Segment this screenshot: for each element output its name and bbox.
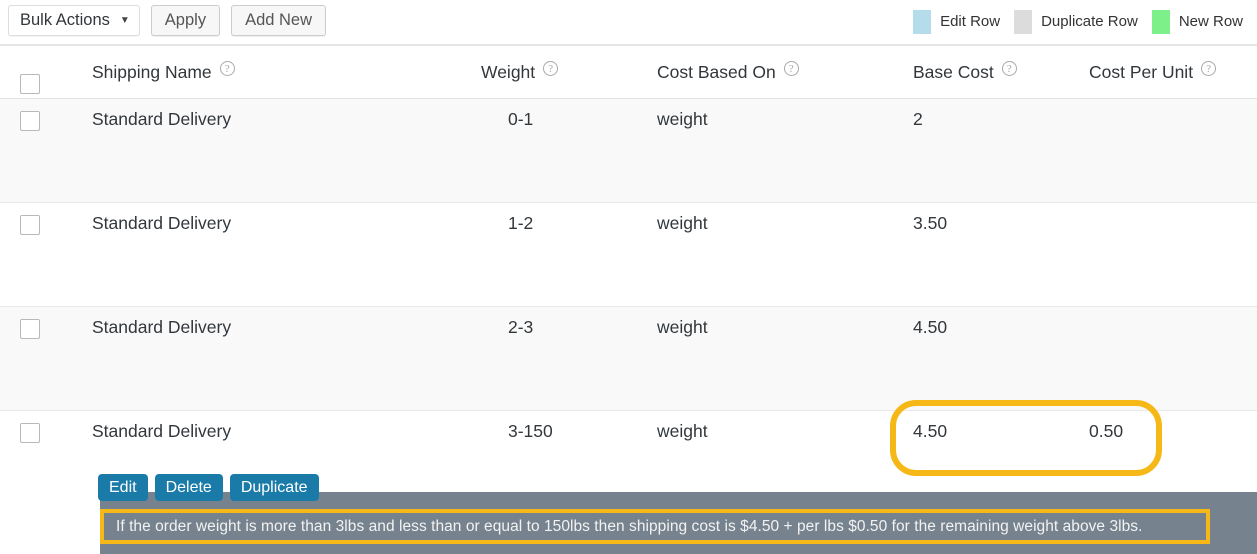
help-icon-cost-per-unit[interactable]: ? <box>1201 60 1217 76</box>
legend-label-edit-row: Edit Row <box>940 13 1001 30</box>
cell-shipping-name: Standard Delivery <box>92 213 232 233</box>
column-header-base-cost[interactable]: Base Cost ? <box>913 46 1017 98</box>
help-icon-shipping-name[interactable]: ? <box>219 60 235 76</box>
help-icon-base-cost[interactable]: ? <box>1001 60 1017 76</box>
cell-cost-based-on: weight <box>657 213 708 233</box>
chevron-down-icon: ▼ <box>119 14 130 26</box>
row-select-checkbox[interactable] <box>20 319 40 339</box>
row-select-checkbox[interactable] <box>20 215 40 235</box>
cell-weight: 1-2 <box>508 213 534 233</box>
add-new-button[interactable]: Add New <box>231 5 327 36</box>
toolbar-left-group: Bulk Actions ▼ Apply Add New <box>8 5 327 36</box>
legend-swatch-edit-row <box>913 10 932 34</box>
bulk-actions-select[interactable]: Bulk Actions ▼ <box>8 5 140 36</box>
column-header-weight-label: Weight <box>481 61 536 82</box>
cell-weight: 0-1 <box>508 109 534 129</box>
legend-label-new-row: New Row <box>1178 13 1243 30</box>
legend-label-duplicate-row: Duplicate Row <box>1041 13 1138 30</box>
legend-swatch-new-row <box>1151 10 1170 34</box>
column-header-cost-based-on-label: Cost Based On <box>657 61 776 82</box>
duplicate-button[interactable]: Duplicate <box>229 474 319 501</box>
cell-cost-based-on: weight <box>657 109 708 129</box>
shipping-rule-tooltip: If the order weight is more than 3lbs an… <box>100 509 1210 544</box>
shipping-rates-table-screen: Bulk Actions ▼ Apply Add New Edit Row Du… <box>0 0 1257 554</box>
table-header-row: Shipping Name ? Weight ? Cost Based On ?… <box>0 45 1257 99</box>
table-row[interactable]: Standard Delivery 0-1 weight 2 <box>0 99 1257 203</box>
cell-base-cost: 4.50 <box>913 421 948 441</box>
legend-item-new-row: New Row <box>1151 10 1257 34</box>
bulk-actions-label: Bulk Actions <box>20 11 110 29</box>
apply-button[interactable]: Apply <box>150 5 221 36</box>
column-header-cost-per-unit-label: Cost Per Unit <box>1089 61 1194 82</box>
row-state-legend: Edit Row Duplicate Row New Row <box>913 10 1257 34</box>
cell-shipping-name: Standard Delivery <box>92 317 232 337</box>
cell-weight: 2-3 <box>508 317 534 337</box>
column-header-shipping-name-label: Shipping Name <box>92 61 212 82</box>
shipping-rates-table: Shipping Name ? Weight ? Cost Based On ?… <box>0 45 1257 515</box>
row-select-checkbox[interactable] <box>20 423 40 443</box>
cell-base-cost: 2 <box>913 109 923 129</box>
column-header-shipping-name[interactable]: Shipping Name ? <box>92 46 235 98</box>
column-header-cost-per-unit[interactable]: Cost Per Unit ? <box>1089 46 1217 98</box>
cell-base-cost: 3.50 <box>913 213 948 233</box>
edit-button[interactable]: Edit <box>98 474 148 501</box>
top-toolbar: Bulk Actions ▼ Apply Add New Edit Row Du… <box>0 0 1257 45</box>
delete-button[interactable]: Delete <box>154 474 223 501</box>
cell-shipping-name: Standard Delivery <box>92 421 232 441</box>
legend-item-duplicate-row: Duplicate Row <box>1014 10 1152 34</box>
row-action-buttons: Edit Delete Duplicate <box>98 474 319 501</box>
cell-weight: 3-150 <box>508 421 553 441</box>
shipping-rule-tooltip-text: If the order weight is more than 3lbs an… <box>116 517 1143 535</box>
row-select-checkbox[interactable] <box>20 111 40 131</box>
table-row[interactable]: Standard Delivery 1-2 weight 3.50 <box>0 203 1257 307</box>
column-header-weight[interactable]: Weight ? <box>481 46 559 98</box>
cell-cost-per-unit: 0.50 <box>1089 421 1124 441</box>
cell-cost-based-on: weight <box>657 317 708 337</box>
select-all-checkbox[interactable] <box>20 74 40 94</box>
column-header-cost-based-on[interactable]: Cost Based On ? <box>657 46 799 98</box>
help-icon-cost-based-on[interactable]: ? <box>783 60 799 76</box>
table-row[interactable]: Standard Delivery 2-3 weight 4.50 <box>0 307 1257 411</box>
legend-item-edit-row: Edit Row <box>913 10 1014 34</box>
help-icon-weight[interactable]: ? <box>543 60 559 76</box>
cell-base-cost: 4.50 <box>913 317 948 337</box>
legend-swatch-duplicate-row <box>1014 10 1033 34</box>
cell-cost-based-on: weight <box>657 421 708 441</box>
column-header-base-cost-label: Base Cost <box>913 61 994 82</box>
cell-shipping-name: Standard Delivery <box>92 109 232 129</box>
